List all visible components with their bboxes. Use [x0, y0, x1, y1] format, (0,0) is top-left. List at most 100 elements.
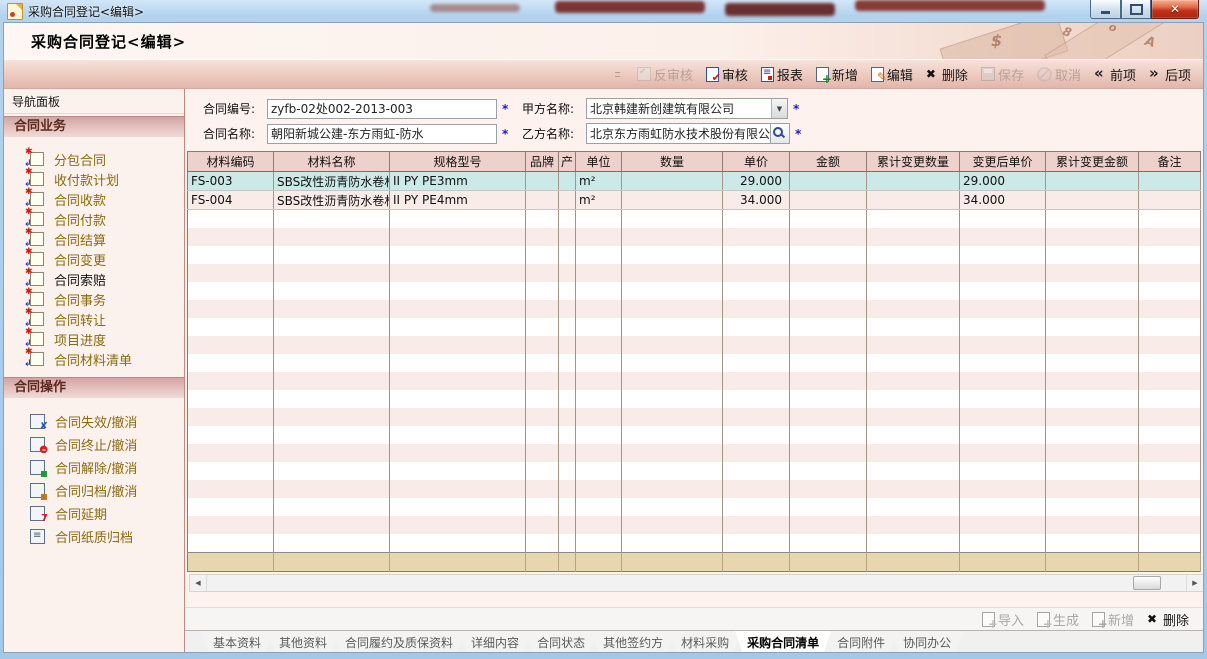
- empty-cell[interactable]: [622, 318, 723, 336]
- toolbar-button-audit[interactable]: 审核: [706, 65, 748, 84]
- empty-cell[interactable]: [622, 300, 723, 318]
- empty-cell[interactable]: [1139, 354, 1201, 372]
- empty-cell[interactable]: [559, 210, 576, 229]
- empty-cell[interactable]: [1046, 336, 1139, 354]
- empty-cell[interactable]: [867, 372, 960, 390]
- empty-cell[interactable]: [559, 372, 576, 390]
- minimize-button[interactable]: [1090, 0, 1121, 19]
- cell[interactable]: [790, 191, 867, 210]
- empty-cell[interactable]: [960, 228, 1046, 246]
- sidebar-item[interactable]: 合同材料清单: [4, 349, 184, 369]
- column-header[interactable]: 规格型号: [390, 152, 526, 172]
- cell[interactable]: 29.000: [960, 172, 1046, 191]
- empty-cell[interactable]: [960, 498, 1046, 516]
- empty-cell[interactable]: [274, 426, 390, 444]
- empty-cell[interactable]: [188, 444, 274, 462]
- empty-cell[interactable]: [526, 480, 559, 498]
- empty-cell[interactable]: [1139, 498, 1201, 516]
- column-header[interactable]: 单价: [723, 152, 790, 172]
- tab-8[interactable]: 采购合同清单: [735, 631, 831, 652]
- empty-cell[interactable]: [622, 426, 723, 444]
- empty-row[interactable]: [188, 210, 1201, 229]
- empty-cell[interactable]: [622, 444, 723, 462]
- empty-cell[interactable]: [188, 228, 274, 246]
- empty-cell[interactable]: [1046, 246, 1139, 264]
- empty-cell[interactable]: [390, 444, 526, 462]
- empty-cell[interactable]: [790, 300, 867, 318]
- empty-cell[interactable]: [274, 246, 390, 264]
- empty-cell[interactable]: [790, 444, 867, 462]
- cell[interactable]: [622, 191, 723, 210]
- empty-cell[interactable]: [576, 264, 622, 282]
- empty-cell[interactable]: [526, 336, 559, 354]
- empty-cell[interactable]: [188, 516, 274, 534]
- empty-cell[interactable]: [1046, 354, 1139, 372]
- cell[interactable]: [867, 172, 960, 191]
- empty-cell[interactable]: [622, 480, 723, 498]
- empty-cell[interactable]: [526, 354, 559, 372]
- scrollbar-thumb[interactable]: [1133, 576, 1161, 590]
- empty-cell[interactable]: [576, 516, 622, 534]
- empty-cell[interactable]: [188, 264, 274, 282]
- empty-cell[interactable]: [390, 210, 526, 229]
- empty-cell[interactable]: [526, 246, 559, 264]
- empty-cell[interactable]: [1139, 282, 1201, 300]
- tab-3[interactable]: 合同履约及质保资料: [333, 631, 465, 652]
- sidebar-item[interactable]: 合同变更: [4, 249, 184, 269]
- empty-row[interactable]: [188, 480, 1201, 498]
- empty-cell[interactable]: [559, 300, 576, 318]
- empty-cell[interactable]: [867, 210, 960, 229]
- empty-cell[interactable]: [390, 264, 526, 282]
- empty-cell[interactable]: [559, 354, 576, 372]
- sidebar-item[interactable]: 合同终止/撤消: [4, 433, 184, 456]
- empty-cell[interactable]: [390, 480, 526, 498]
- empty-cell[interactable]: [274, 390, 390, 408]
- empty-cell[interactable]: [390, 426, 526, 444]
- empty-cell[interactable]: [867, 534, 960, 553]
- empty-cell[interactable]: [1046, 210, 1139, 229]
- empty-cell[interactable]: [576, 372, 622, 390]
- tab-10[interactable]: 协同办公: [891, 631, 963, 652]
- empty-cell[interactable]: [960, 282, 1046, 300]
- column-header[interactable]: 备注: [1139, 152, 1201, 172]
- empty-cell[interactable]: [559, 498, 576, 516]
- empty-cell[interactable]: [390, 354, 526, 372]
- chevron-down-icon[interactable]: ▼: [771, 99, 787, 118]
- empty-cell[interactable]: [723, 318, 790, 336]
- empty-cell[interactable]: [960, 318, 1046, 336]
- sidebar-item[interactable]: 合同付款: [4, 209, 184, 229]
- empty-cell[interactable]: [390, 318, 526, 336]
- empty-cell[interactable]: [790, 534, 867, 553]
- empty-cell[interactable]: [559, 282, 576, 300]
- empty-cell[interactable]: [1046, 264, 1139, 282]
- empty-cell[interactable]: [576, 228, 622, 246]
- empty-cell[interactable]: [622, 516, 723, 534]
- empty-cell[interactable]: [1139, 534, 1201, 553]
- empty-cell[interactable]: [790, 462, 867, 480]
- empty-cell[interactable]: [274, 516, 390, 534]
- cell[interactable]: [1139, 191, 1201, 210]
- empty-cell[interactable]: [390, 408, 526, 426]
- empty-cell[interactable]: [1139, 300, 1201, 318]
- empty-cell[interactable]: [1046, 462, 1139, 480]
- empty-cell[interactable]: [390, 372, 526, 390]
- empty-cell[interactable]: [790, 390, 867, 408]
- sidebar-item[interactable]: 合同纸质归档: [4, 525, 184, 548]
- empty-cell[interactable]: [622, 534, 723, 553]
- cell[interactable]: [867, 191, 960, 210]
- empty-cell[interactable]: [526, 516, 559, 534]
- empty-cell[interactable]: [274, 318, 390, 336]
- empty-cell[interactable]: [723, 210, 790, 229]
- sidebar-item[interactable]: 收付款计划: [4, 169, 184, 189]
- empty-cell[interactable]: [960, 462, 1046, 480]
- cell[interactable]: [1139, 172, 1201, 191]
- empty-cell[interactable]: [576, 408, 622, 426]
- empty-row[interactable]: [188, 282, 1201, 300]
- empty-cell[interactable]: [723, 282, 790, 300]
- empty-cell[interactable]: [576, 336, 622, 354]
- empty-cell[interactable]: [790, 372, 867, 390]
- empty-cell[interactable]: [274, 408, 390, 426]
- empty-row[interactable]: [188, 318, 1201, 336]
- section-header-contract-operations[interactable]: 合同操作: [4, 377, 184, 398]
- empty-cell[interactable]: [867, 426, 960, 444]
